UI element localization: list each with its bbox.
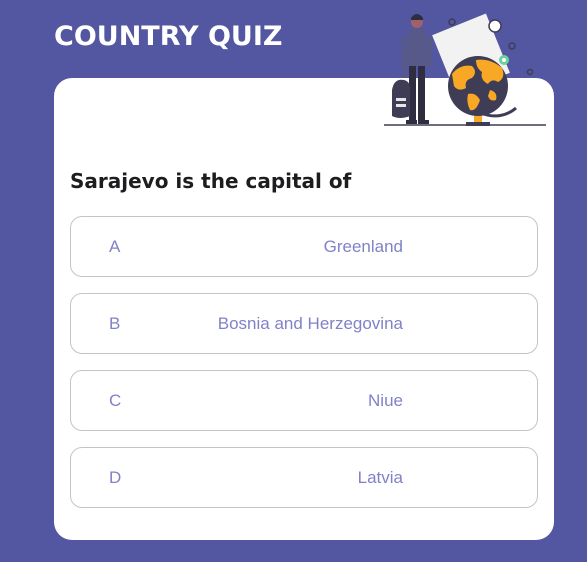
app-title: COUNTRY QUIZ [54, 21, 283, 52]
option-letter: A [109, 237, 121, 256]
option-answer: Greenland [323, 237, 403, 256]
person-with-globe-adventure-icon [384, 13, 546, 126]
option-letter: C [109, 391, 122, 410]
option-letter: D [109, 468, 122, 487]
option-answer: Bosnia and Herzegovina [217, 314, 403, 333]
option-letter: B [109, 314, 121, 333]
question-text: Sarajevo is the capital of [70, 169, 352, 193]
answer-option-d[interactable]: D Latvia [70, 447, 538, 508]
answer-option-c[interactable]: C Niue [70, 370, 538, 431]
option-answer: Latvia [357, 468, 403, 487]
option-answer: Niue [368, 391, 403, 410]
answer-option-b[interactable]: B Bosnia and Herzegovina [70, 293, 538, 354]
answer-options: A Greenland B Bosnia and Herzegovina C N… [70, 216, 538, 524]
answer-option-a[interactable]: A Greenland [70, 216, 538, 277]
